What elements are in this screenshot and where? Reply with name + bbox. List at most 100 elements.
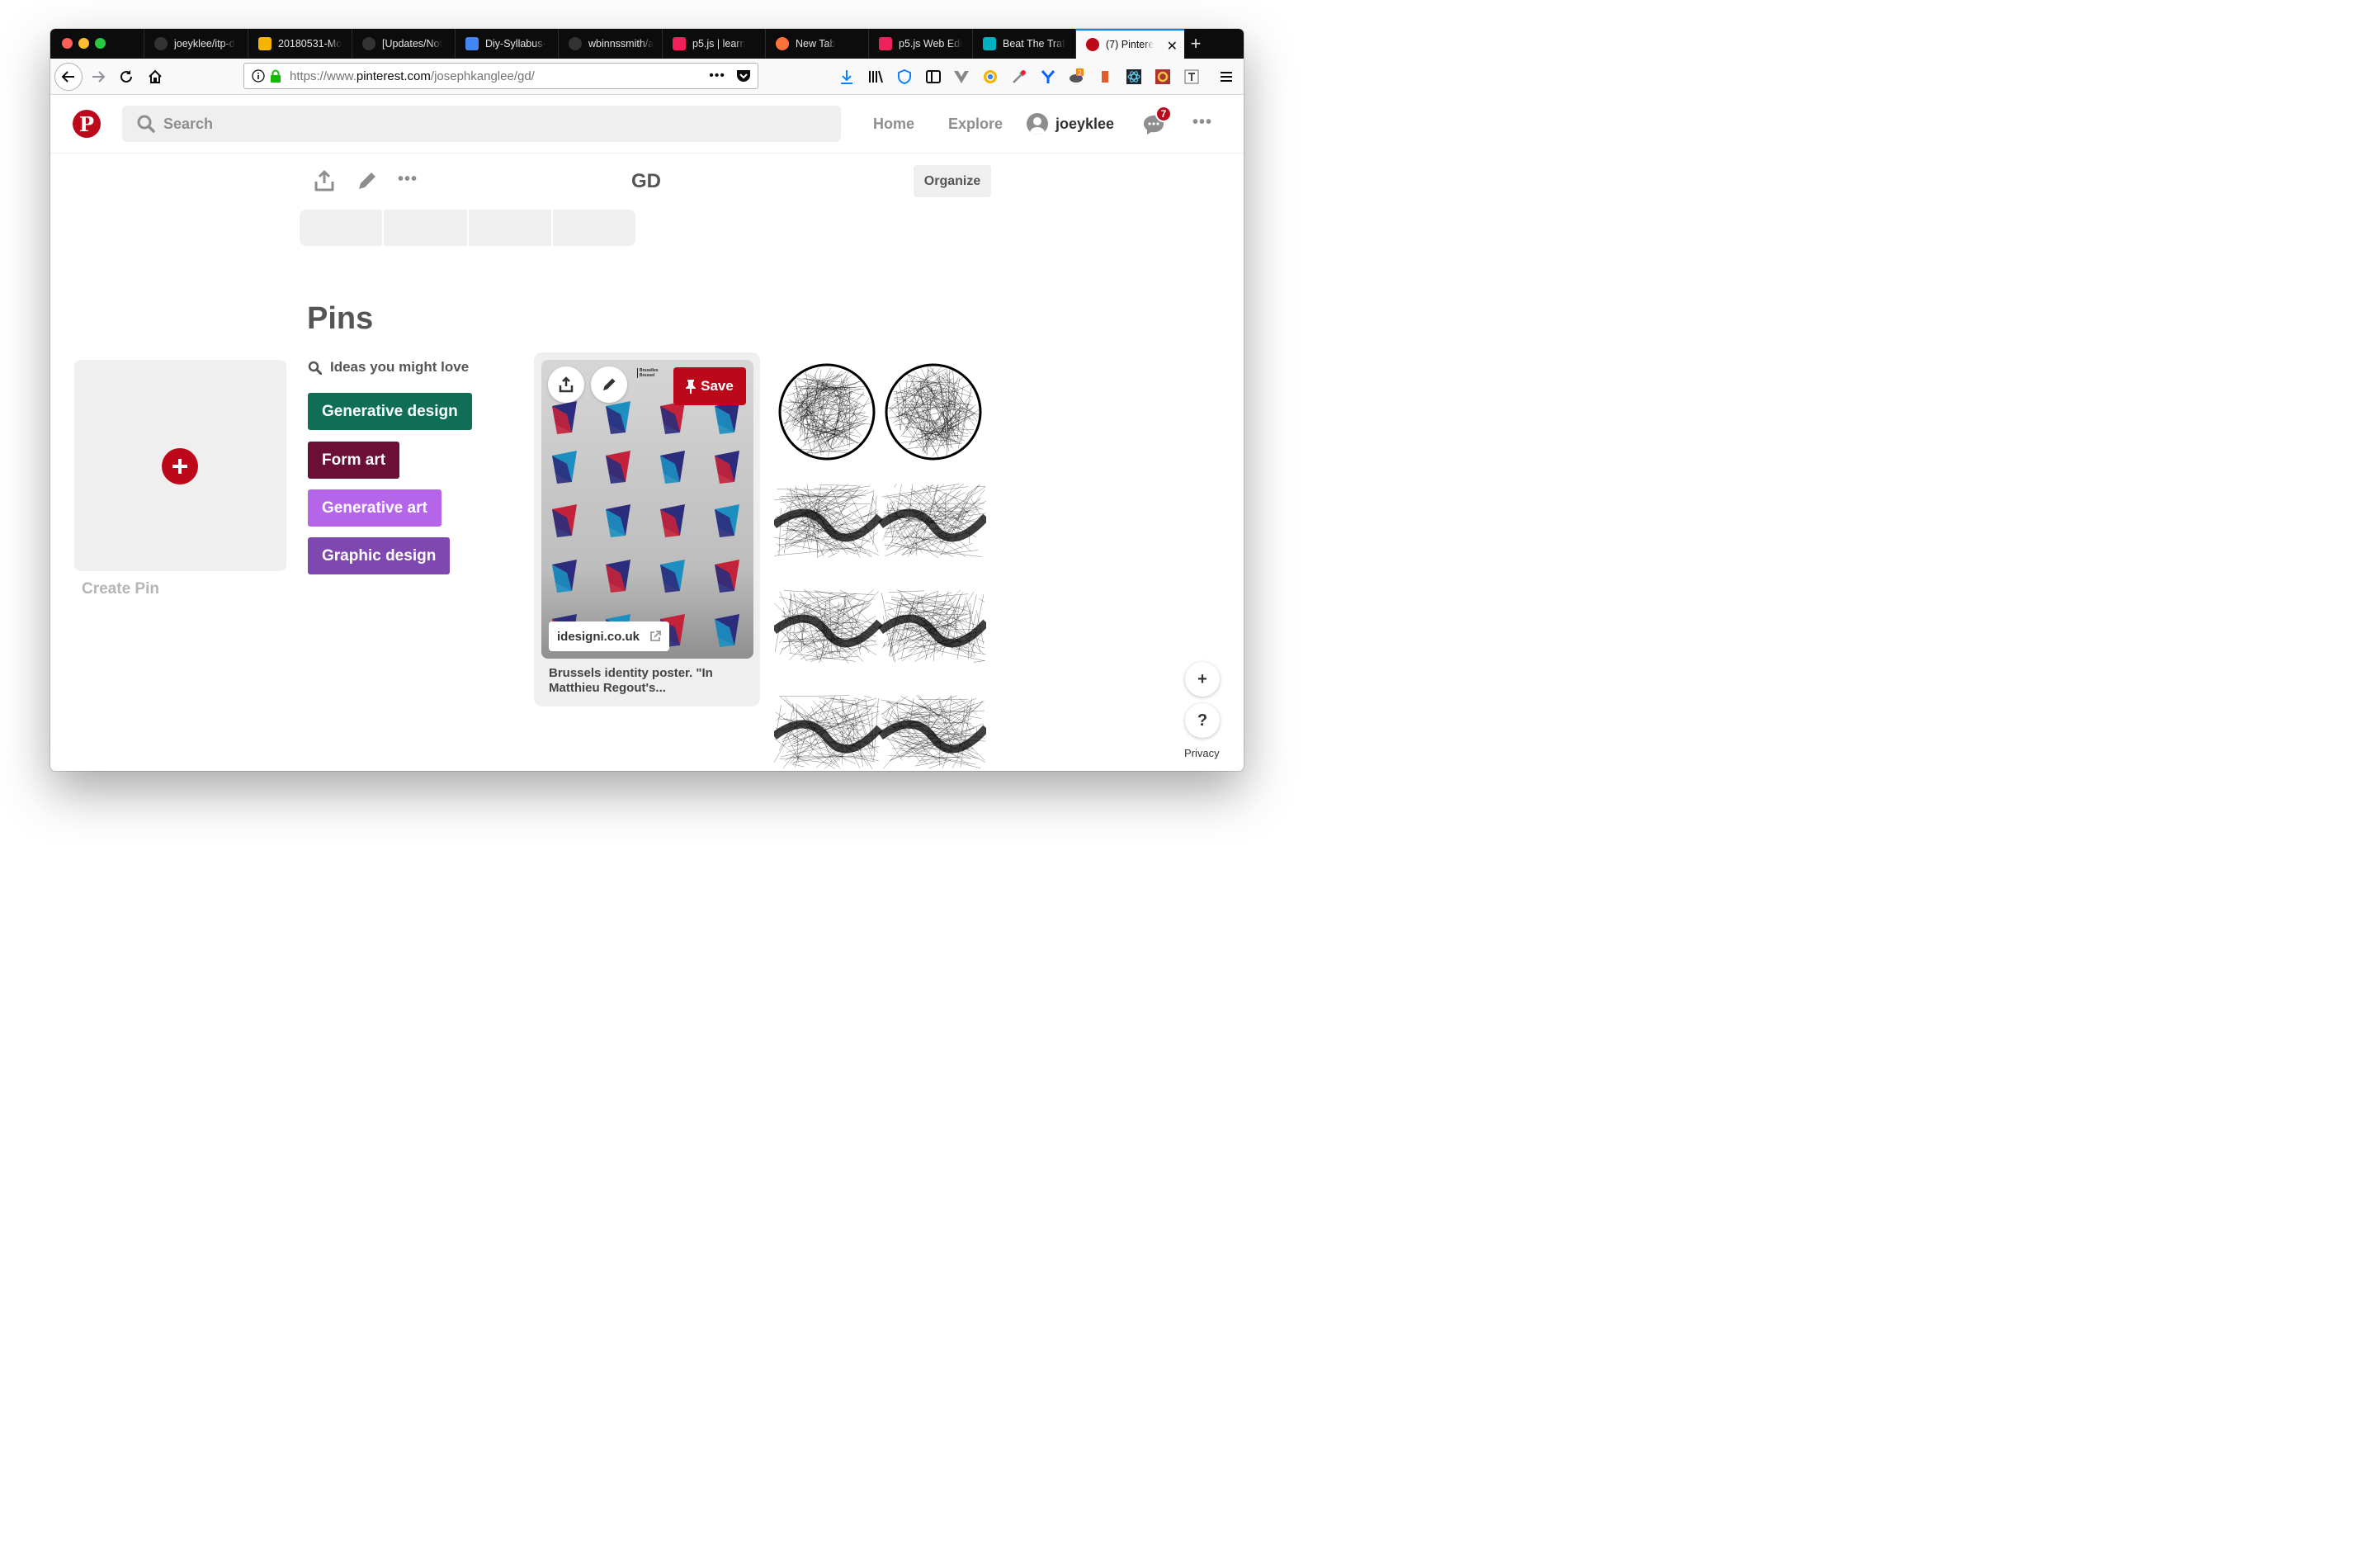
pin-share-button[interactable]: [548, 366, 584, 403]
search-bar[interactable]: [122, 106, 841, 142]
pinterest-logo[interactable]: P: [73, 110, 101, 138]
arrow-left-icon: [61, 71, 74, 83]
share-icon: [559, 376, 574, 393]
tab-label: p5.js Web Edi: [899, 38, 962, 50]
window-close-button[interactable]: [62, 38, 73, 49]
download-icon[interactable]: [838, 69, 855, 85]
notification-badge: 7: [1155, 106, 1172, 122]
tab-label: Diy-Syllabus-: [485, 38, 546, 50]
board-cover: [300, 210, 635, 246]
browser-tab[interactable]: Beat The Traf: [972, 29, 1075, 59]
svg-text:2: 2: [1078, 69, 1082, 77]
cover-tile: [468, 210, 551, 246]
reload-button[interactable]: [113, 64, 139, 90]
pocket-icon[interactable]: [735, 68, 752, 84]
pin-card[interactable]: Bruxelles Brussel Save idesigni.co.uk Bru…: [534, 352, 760, 706]
browser-tab[interactable]: wbinnssmith/a: [558, 29, 662, 59]
privacy-link[interactable]: Privacy: [1181, 745, 1223, 761]
y-extension-icon[interactable]: [1040, 69, 1056, 85]
ideas-label: Ideas you might love: [330, 359, 470, 375]
create-pin-label[interactable]: Create Pin: [82, 580, 159, 598]
pin-source-link[interactable]: idesigni.co.uk: [549, 621, 670, 651]
profile-link[interactable]: joeyklee: [1027, 113, 1114, 135]
new-tab-button[interactable]: +: [1184, 31, 1207, 56]
tab-label: Beat The Traf: [1003, 38, 1065, 50]
browser-tab[interactable]: Diy-Syllabus-: [455, 29, 558, 59]
url-bar[interactable]: https://www.pinterest.com/josephkanglee/…: [243, 63, 758, 89]
more-options-icon[interactable]: •••: [1192, 113, 1212, 132]
menu-icon[interactable]: [1218, 69, 1235, 85]
browser-tab[interactable]: joeyklee/itp-d: [144, 29, 248, 59]
pin-edit-button[interactable]: [591, 366, 627, 403]
window-maximize-button[interactable]: [95, 38, 106, 49]
browser-tab[interactable]: 20180531-Mo: [248, 29, 352, 59]
shield-icon[interactable]: [896, 69, 913, 85]
board-more-icon[interactable]: •••: [398, 170, 418, 189]
sidebar-icon[interactable]: [925, 69, 942, 85]
generative-art-artwork: [774, 360, 986, 771]
help-button[interactable]: ?: [1185, 703, 1220, 738]
generative-art-pin-image[interactable]: [774, 360, 986, 771]
reload-icon: [120, 70, 132, 83]
tab-label: [Updates/Not: [382, 38, 442, 50]
pin-image[interactable]: Bruxelles Brussel Save idesigni.co.uk: [541, 360, 753, 659]
ninja-icon[interactable]: 2: [1068, 69, 1084, 85]
browser-tab[interactable]: p5.js Web Edi: [868, 29, 972, 59]
edit-pencil-icon[interactable]: [356, 169, 379, 192]
github-icon: [154, 37, 168, 50]
tab-close-icon[interactable]: ✕: [1167, 38, 1178, 54]
idea-chip-graphic-design[interactable]: Graphic design: [308, 537, 451, 574]
save-label: Save: [701, 378, 734, 394]
eyedropper-icon[interactable]: [1011, 69, 1027, 85]
info-icon[interactable]: [252, 69, 265, 83]
library-icon[interactable]: [867, 69, 884, 85]
floating-add-button[interactable]: +: [1185, 662, 1220, 697]
arrow-right-icon: [92, 71, 106, 83]
slides-icon: [258, 37, 272, 50]
firefox-icon: [776, 37, 789, 50]
art-background: [774, 360, 986, 771]
text-extension-icon[interactable]: [1183, 69, 1200, 85]
organize-button[interactable]: Organize: [914, 165, 991, 197]
create-pin-plus-icon[interactable]: [162, 448, 198, 484]
idea-chip-generative-design[interactable]: Generative design: [308, 393, 472, 430]
bookmark-extension-icon[interactable]: [1097, 69, 1113, 85]
tab-label: p5.js | learn: [692, 38, 746, 50]
browser-tab[interactable]: p5.js | learn: [662, 29, 765, 59]
pin-description[interactable]: Brussels identity poster. "In Matthieu R…: [549, 666, 747, 696]
browser-tab[interactable]: New Tab: [765, 29, 868, 59]
home-button[interactable]: [142, 64, 168, 90]
idea-chip-form-art[interactable]: Form art: [308, 442, 400, 479]
cover-tile: [552, 210, 635, 246]
gear-extension-icon[interactable]: [1155, 69, 1171, 85]
tab-strip: joeyklee/itp-d 20180531-Mo [Updates/Not Diy…: [50, 29, 1244, 59]
back-button[interactable]: [54, 63, 83, 91]
react-icon[interactable]: [1126, 69, 1142, 85]
p5-icon: [879, 37, 892, 50]
forward-button[interactable]: [85, 64, 111, 90]
pin-save-button[interactable]: Save: [673, 367, 746, 405]
window-minimize-button[interactable]: [78, 38, 89, 49]
pinterest-icon: [1086, 38, 1099, 51]
create-pin-card[interactable]: [74, 360, 286, 571]
tab-label: 20180531-Mo: [278, 38, 342, 50]
vue-icon[interactable]: [953, 69, 970, 85]
nav-home-link[interactable]: Home: [873, 116, 914, 133]
edit-pencil-icon: [603, 378, 616, 390]
search-input[interactable]: [163, 115, 741, 133]
cover-tile: [384, 210, 467, 246]
external-link-icon: [650, 631, 661, 641]
search-icon: [137, 115, 155, 133]
nav-explore-link[interactable]: Explore: [948, 116, 1003, 133]
browser-tab[interactable]: (7) Pintere ✕: [1075, 29, 1184, 59]
idea-chip-generative-art[interactable]: Generative art: [308, 489, 442, 527]
chrome-icon[interactable]: [982, 69, 999, 85]
page-actions-icon[interactable]: •••: [709, 69, 725, 83]
browser-tab[interactable]: [Updates/Not: [352, 29, 455, 59]
nav-bar: https://www.pinterest.com/josephkanglee/…: [50, 59, 1244, 95]
url-text[interactable]: https://www.pinterest.com/josephkanglee/…: [290, 69, 535, 83]
share-icon[interactable]: [313, 169, 336, 192]
search-icon: [308, 361, 322, 375]
site-header: P Home Explore joeyklee 7 •••: [50, 95, 1244, 154]
lock-icon[interactable]: [270, 69, 281, 83]
